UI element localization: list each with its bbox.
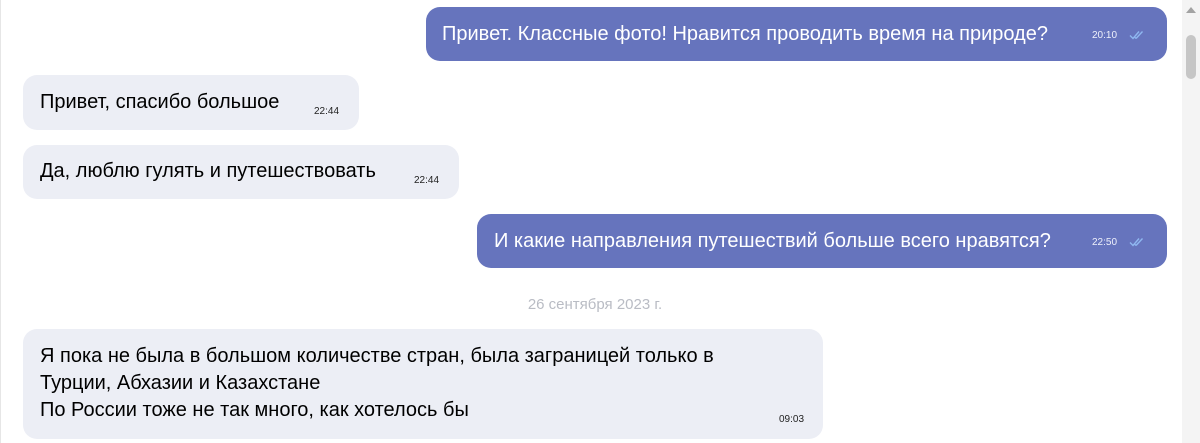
message-text-line: Турции, Абхазии и Казахстане: [40, 372, 321, 394]
message-time: 22:44: [414, 175, 440, 186]
double-check-icon: [1129, 31, 1144, 40]
message-text: Привет, спасибо большое: [40, 91, 280, 113]
double-check-icon: [1129, 238, 1144, 247]
scroll-up-arrow-icon[interactable]: [1186, 7, 1196, 13]
outgoing-message[interactable]: Привет. Классные фото! Нравится проводит…: [426, 7, 1167, 61]
scrollbar-thumb[interactable]: [1186, 35, 1196, 79]
outgoing-message[interactable]: И какие направления путешествий больше в…: [477, 214, 1167, 268]
message-text: Я пока не была в большом количестве стра…: [40, 343, 714, 424]
date-separator: 26 сентября 2023 г.: [527, 296, 663, 313]
message-text: Привет. Классные фото! Нравится проводит…: [442, 23, 1048, 45]
message-text-line: По России тоже не так много, как хотелос…: [40, 399, 469, 421]
message-text: И какие направления путешествий больше в…: [494, 230, 1051, 252]
scrollbar[interactable]: [1182, 0, 1200, 443]
chat-message-list[interactable]: Привет. Классные фото! Нравится проводит…: [0, 0, 1200, 443]
message-time: 20:10: [1092, 30, 1118, 41]
incoming-message[interactable]: Привет, спасибо большое 22:44: [23, 75, 359, 130]
message-time: 09:03: [779, 414, 805, 425]
message-text-line: Я пока не была в большом количестве стра…: [40, 345, 714, 367]
incoming-message[interactable]: Да, люблю гулять и путешествовать 22:44: [23, 145, 459, 199]
incoming-message[interactable]: Я пока не была в большом количестве стра…: [23, 329, 823, 439]
message-time: 22:44: [314, 106, 340, 117]
message-text: Да, люблю гулять и путешествовать: [40, 160, 376, 182]
message-time: 22:50: [1092, 237, 1118, 248]
